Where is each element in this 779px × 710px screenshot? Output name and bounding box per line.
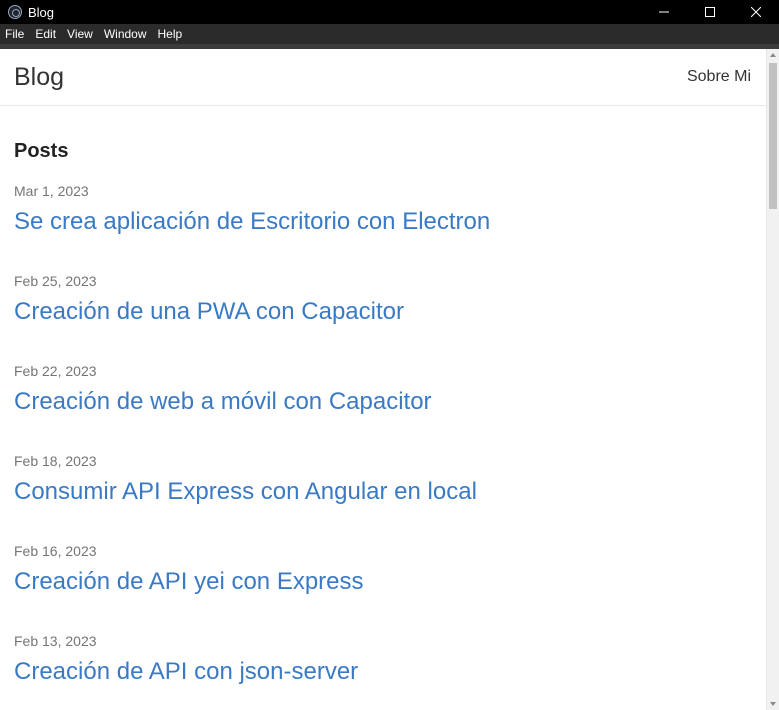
nav-about-link[interactable]: Sobre Mi <box>687 68 751 86</box>
maximize-button[interactable] <box>687 0 733 24</box>
post-title-link[interactable]: Consumir API Express con Angular en loca… <box>14 478 754 506</box>
post-item: Feb 13, 2023 Creación de API con json-se… <box>14 633 754 710</box>
scroll-thumb[interactable] <box>769 63 777 209</box>
post-title-link[interactable]: Se crea aplicación de Escritorio con Ele… <box>14 208 754 236</box>
minimize-icon <box>659 11 669 13</box>
post-item: Feb 18, 2023 Consumir API Express con An… <box>14 453 754 543</box>
post-title-link[interactable]: Creación de web a móvil con Capacitor <box>14 388 754 416</box>
menu-help[interactable]: Help <box>153 24 189 44</box>
site-header: Blog Sobre Mi <box>0 49 766 106</box>
menu-file[interactable]: File <box>0 24 30 44</box>
post-date: Feb 16, 2023 <box>14 543 97 559</box>
menu-edit[interactable]: Edit <box>30 24 62 44</box>
menu-bar: File Edit View Window Help <box>0 24 779 44</box>
posts-heading: Posts <box>14 140 69 162</box>
maximize-icon <box>705 7 715 17</box>
window-titlebar: Blog <box>0 0 779 24</box>
post-date: Feb 13, 2023 <box>14 633 97 649</box>
minimize-button[interactable] <box>641 0 687 24</box>
post-item: Feb 16, 2023 Creación de API yei con Exp… <box>14 543 754 633</box>
post-item: Feb 25, 2023 Creación de una PWA con Cap… <box>14 273 754 363</box>
scroll-down-arrow-icon[interactable] <box>770 702 776 706</box>
site-brand[interactable]: Blog <box>14 63 64 92</box>
vertical-scrollbar[interactable] <box>766 49 779 710</box>
close-icon <box>751 7 761 17</box>
post-title-link[interactable]: Creación de una PWA con Capacitor <box>14 298 754 326</box>
electron-app-icon <box>8 5 22 19</box>
menu-view[interactable]: View <box>62 24 99 44</box>
post-list: Mar 1, 2023 Se crea aplicación de Escrit… <box>14 183 754 710</box>
post-item: Feb 22, 2023 Creación de web a móvil con… <box>14 363 754 453</box>
scroll-up-arrow-icon[interactable] <box>770 53 776 57</box>
page-viewport: Blog Sobre Mi Posts Mar 1, 2023 Se crea … <box>0 49 779 710</box>
post-item: Mar 1, 2023 Se crea aplicación de Escrit… <box>14 183 754 273</box>
main-content: Posts Mar 1, 2023 Se crea aplicación de … <box>14 139 754 710</box>
menu-window[interactable]: Window <box>99 24 153 44</box>
window-controls <box>641 0 779 24</box>
post-date: Feb 25, 2023 <box>14 273 97 289</box>
window-title: Blog <box>28 4 55 20</box>
post-date: Mar 1, 2023 <box>14 183 89 199</box>
post-date: Feb 18, 2023 <box>14 453 97 469</box>
post-title-link[interactable]: Creación de API con json-server <box>14 658 754 686</box>
post-title-link[interactable]: Creación de API yei con Express <box>14 568 754 596</box>
close-button[interactable] <box>733 0 779 24</box>
post-date: Feb 22, 2023 <box>14 363 97 379</box>
